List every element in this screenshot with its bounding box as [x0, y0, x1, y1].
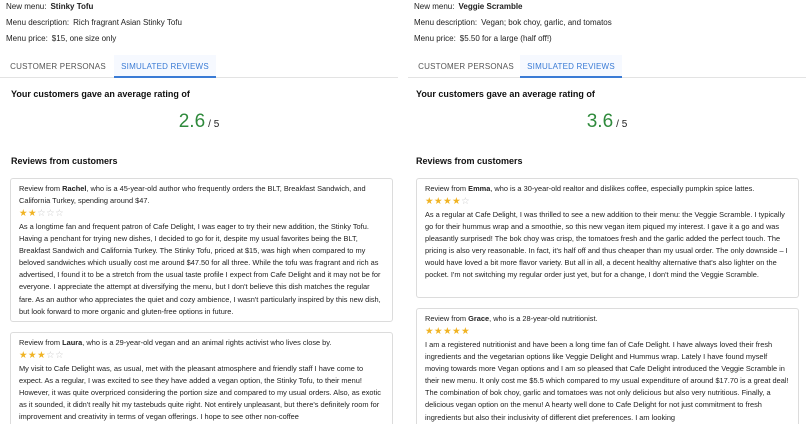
menu-description-value: Vegan; bok choy, garlic, and tomatos	[481, 18, 612, 27]
star-empty-icon: ☆	[461, 196, 471, 207]
star-filled-icon: ★	[425, 326, 435, 337]
star-rating: ★★★★★	[425, 326, 790, 338]
star-empty-icon: ☆	[55, 208, 65, 219]
review-text: I am a registered nutritionist and have …	[425, 340, 789, 422]
star-filled-icon: ★	[37, 350, 47, 361]
menu-price-value: $15, one size only	[51, 34, 117, 43]
tab-simulated-reviews[interactable]: SIMULATED REVIEWS	[114, 55, 216, 78]
average-rating: 3.6/ 5	[408, 111, 806, 133]
star-filled-icon: ★	[461, 326, 471, 337]
review-text: As a regular at Cafe Delight, I was thri…	[425, 210, 788, 280]
reviewer-name: Laura	[62, 338, 83, 347]
reviewer-name: Emma	[468, 184, 491, 193]
star-filled-icon: ★	[443, 326, 453, 337]
reviewer-persona: , who is a 29-year-old vegan and an anim…	[82, 338, 332, 347]
review-header: Review from Grace, who is a 28-year-old …	[425, 313, 790, 325]
left-panel: New menu: Stinky Tofu Menu description: Ri…	[0, 0, 398, 424]
menu-name-label: New menu:	[414, 2, 455, 11]
menu-description-value: Rich fragrant Asian Stinky Tofu	[73, 18, 182, 27]
tab-simulated-reviews[interactable]: SIMULATED REVIEWS	[520, 55, 622, 78]
average-rating-scale: / 5	[208, 119, 220, 130]
review-prefix: Review from	[19, 338, 61, 347]
review-header: Review from Emma, who is a 30-year-old r…	[425, 183, 790, 195]
star-empty-icon: ☆	[37, 208, 47, 219]
reviewer-name: Rachel	[62, 184, 87, 193]
star-filled-icon: ★	[28, 208, 38, 219]
star-filled-icon: ★	[434, 326, 444, 337]
star-rating: ★★★★☆	[425, 196, 790, 208]
menu-name-label: New menu:	[6, 2, 47, 11]
star-rating: ★★☆☆☆	[19, 208, 384, 220]
menu-description-line: Menu description: Vegan; bok choy, garlic…	[414, 18, 612, 27]
review-card: Review from Rachel, who is a 45-year-old…	[10, 178, 393, 322]
star-empty-icon: ☆	[55, 350, 65, 361]
review-card: Review from Laura, who is a 29-year-old …	[10, 332, 393, 424]
menu-price-value: $5.50 for a large (half off!)	[459, 34, 552, 43]
menu-price-line: Menu price: $15, one size only	[6, 34, 116, 43]
review-card: Review from Emma, who is a 30-year-old r…	[416, 178, 799, 298]
average-rating-value: 2.6	[178, 111, 206, 132]
menu-name-line: New menu: Veggie Scramble	[414, 2, 523, 11]
star-filled-icon: ★	[425, 196, 435, 207]
menu-price-label: Menu price:	[414, 34, 456, 43]
star-filled-icon: ★	[443, 196, 453, 207]
menu-description-label: Menu description:	[6, 18, 70, 27]
review-header: Review from Laura, who is a 29-year-old …	[19, 337, 384, 349]
star-filled-icon: ★	[19, 208, 29, 219]
menu-description-line: Menu description: Rich fragrant Asian Sti…	[6, 18, 182, 27]
menu-name-value: Stinky Tofu	[50, 2, 94, 11]
average-rating-title: Your customers gave an average rating of	[416, 89, 595, 99]
reviews-heading: Reviews from customers	[416, 156, 523, 166]
star-rating: ★★★☆☆	[19, 350, 384, 362]
star-filled-icon: ★	[28, 350, 38, 361]
average-rating-value: 3.6	[586, 111, 614, 132]
tab-customer-personas[interactable]: CUSTOMER PERSONAS	[414, 55, 518, 78]
menu-price-label: Menu price:	[6, 34, 48, 43]
review-text: As a longtime fan and frequent patron of…	[19, 222, 381, 316]
review-text: My visit to Cafe Delight was, as usual, …	[19, 364, 381, 422]
average-rating-title: Your customers gave an average rating of	[11, 89, 190, 99]
review-header: Review from Rachel, who is a 45-year-old…	[19, 183, 384, 207]
review-prefix: Review from	[19, 184, 61, 193]
tab-bar: CUSTOMER PERSONAS SIMULATED REVIEWS	[408, 55, 806, 78]
reviewer-persona: , who is a 30-year-old realtor and disli…	[490, 184, 755, 193]
menu-description-label: Menu description:	[414, 18, 478, 27]
tab-bar: CUSTOMER PERSONAS SIMULATED REVIEWS	[0, 55, 398, 78]
review-prefix: Review from	[425, 184, 467, 193]
menu-price-line: Menu price: $5.50 for a large (half off!)	[414, 34, 552, 43]
star-filled-icon: ★	[434, 196, 444, 207]
reviewer-name: Grace	[468, 314, 490, 323]
review-card: Review from Grace, who is a 28-year-old …	[416, 308, 799, 424]
tab-customer-personas[interactable]: CUSTOMER PERSONAS	[6, 55, 110, 78]
star-empty-icon: ☆	[46, 208, 56, 219]
right-panel: New menu: Veggie Scramble Menu descriptio…	[408, 0, 806, 424]
star-empty-icon: ☆	[46, 350, 56, 361]
reviews-heading: Reviews from customers	[11, 156, 118, 166]
star-filled-icon: ★	[19, 350, 29, 361]
star-filled-icon: ★	[452, 196, 462, 207]
average-rating-scale: / 5	[616, 119, 628, 130]
menu-name-value: Veggie Scramble	[458, 2, 523, 11]
menu-name-line: New menu: Stinky Tofu	[6, 2, 93, 11]
average-rating: 2.6/ 5	[0, 111, 398, 133]
star-filled-icon: ★	[452, 326, 462, 337]
review-prefix: Review from	[425, 314, 467, 323]
reviewer-persona: , who is a 28-year-old nutritionist.	[489, 314, 598, 323]
